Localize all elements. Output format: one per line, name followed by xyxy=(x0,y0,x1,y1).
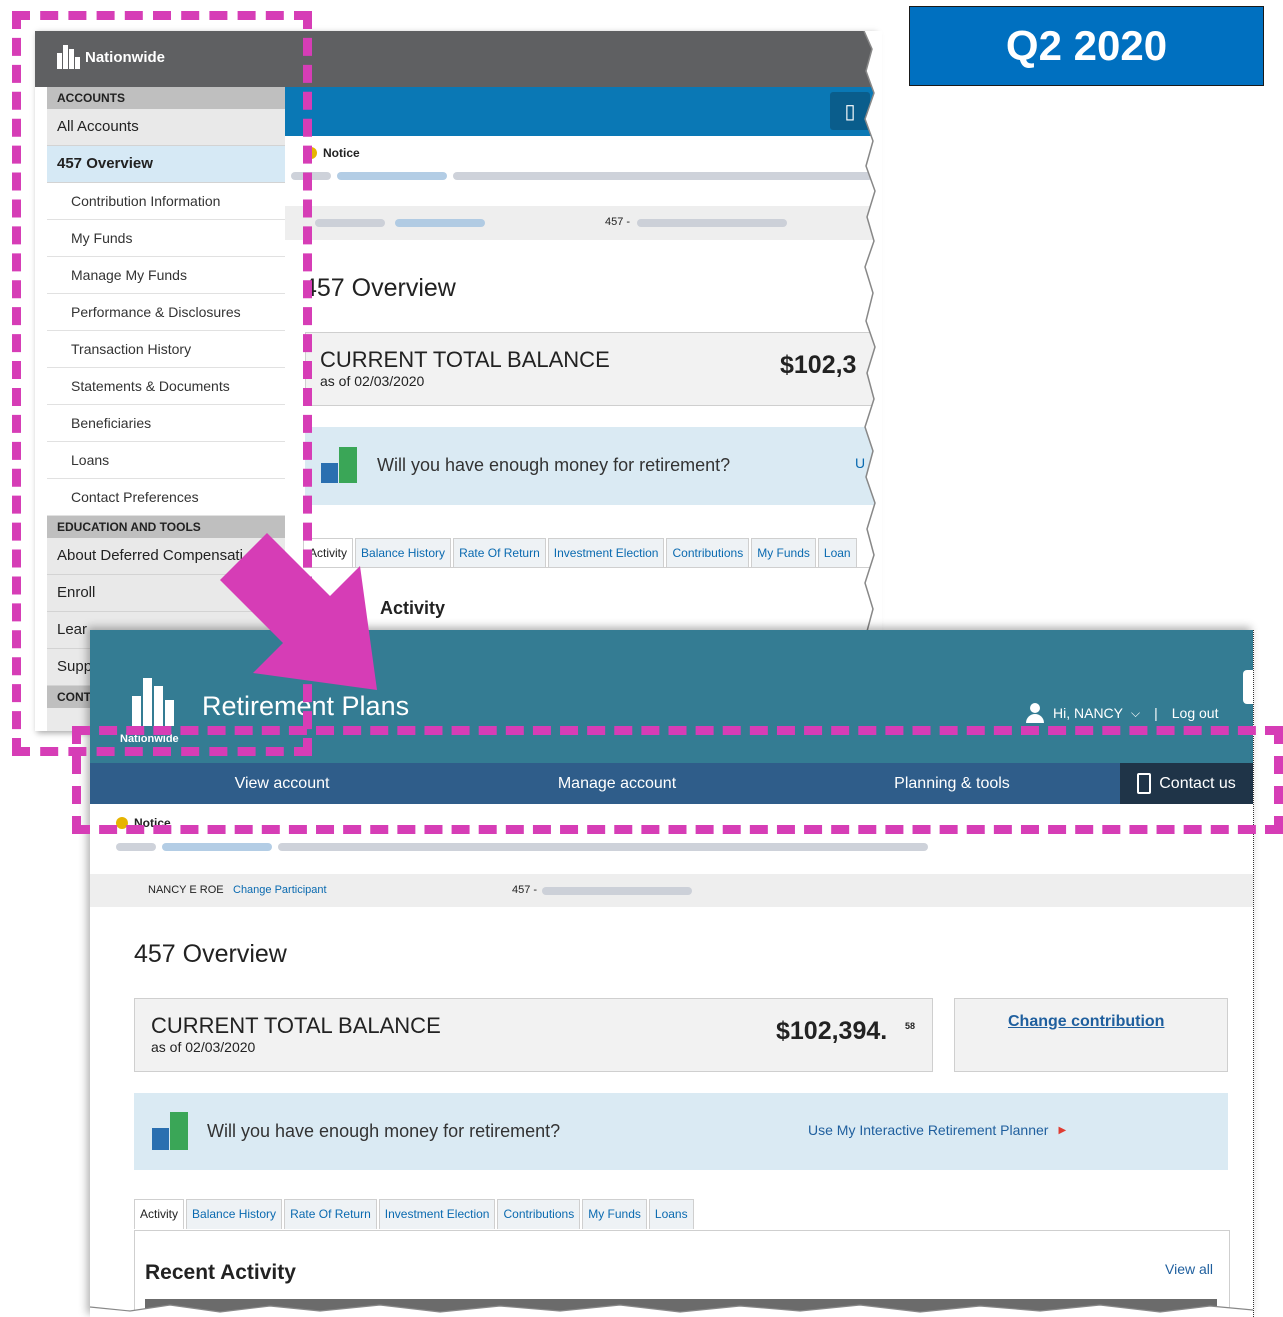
contact-us-label: Contact us xyxy=(1159,774,1236,792)
old-retirement-banner: Will you have enough money for retiremen… xyxy=(305,427,875,505)
old-balance-box: CURRENT TOTAL BALANCE as of 02/03/2020 $… xyxy=(305,332,875,406)
change-participant-link[interactable]: Change Participant xyxy=(233,884,327,896)
chevron-down-icon[interactable]: ⌵ xyxy=(1131,706,1140,721)
change-contribution-box: Change contribution xyxy=(954,998,1228,1072)
new-site-screenshot: Nationwide Retirement Plans Hi, NANCY ⌵ … xyxy=(90,630,1254,1317)
quarter-badge: Q2 2020 xyxy=(909,6,1264,86)
logout-link[interactable]: Log out xyxy=(1172,705,1219,721)
torn-edge xyxy=(863,31,882,731)
retirement-planner-link[interactable]: Use My Interactive Retirement Planner ▶ xyxy=(808,1122,1066,1138)
old-participant-bar: 457 - xyxy=(285,206,875,240)
main-nav: View account Manage account Planning & t… xyxy=(90,763,1253,804)
header-cutoff-button[interactable] xyxy=(1243,670,1253,704)
sidebar-accounts-header: ACCOUNTS xyxy=(47,87,285,109)
old-tab-rate-of-return[interactable]: Rate Of Return xyxy=(453,538,546,568)
old-logo[interactable]: Nationwide xyxy=(57,45,165,69)
old-plan-prefix: 457 - xyxy=(605,216,631,228)
tab-balance-history[interactable]: Balance History xyxy=(186,1199,283,1229)
bottom-torn-edge xyxy=(90,1304,1253,1317)
nationwide-logo-icon xyxy=(57,45,80,69)
sidebar-item-all-accounts[interactable]: All Accounts xyxy=(47,109,285,146)
old-balance-amount: $102,3 xyxy=(780,351,857,379)
balance-cents: 58 xyxy=(905,1021,916,1031)
old-balance-title: CURRENT TOTAL BALANCE xyxy=(320,347,610,372)
notice-icon xyxy=(116,817,128,829)
nav-planning-tools[interactable]: Planning & tools xyxy=(852,763,1052,804)
bar-chart-icon xyxy=(152,1112,190,1150)
old-tab-my-funds[interactable]: My Funds xyxy=(751,538,816,568)
sidebar-item-my-funds[interactable]: My Funds xyxy=(47,220,285,257)
sidebar-item-contact-preferences[interactable]: Contact Preferences xyxy=(47,479,285,516)
tab-investment-election[interactable]: Investment Election xyxy=(378,1199,496,1229)
change-contribution-link[interactable]: Change contribution xyxy=(1008,1013,1164,1031)
old-tab-loans[interactable]: Loan xyxy=(817,538,857,568)
balance-box: CURRENT TOTAL BALANCE as of 02/03/2020 $… xyxy=(134,998,933,1072)
user-greeting[interactable]: Hi, NANCY xyxy=(1053,705,1123,721)
sidebar-item-contribution-information[interactable]: Contribution Information xyxy=(47,183,285,220)
old-notice-label: Notice xyxy=(323,146,360,160)
user-icon xyxy=(1025,703,1045,723)
tab-bar: Activity Balance History Rate Of Return … xyxy=(134,1199,696,1229)
sidebar-item-statements-documents[interactable]: Statements & Documents xyxy=(47,368,285,405)
header-divider: | xyxy=(1154,705,1158,721)
retirement-question: Will you have enough money for retiremen… xyxy=(207,1121,561,1141)
arrow-icon xyxy=(220,533,377,690)
new-logo-text: Nationwide xyxy=(120,733,179,745)
contact-us-button[interactable]: Contact us xyxy=(1120,763,1253,804)
old-notice-text xyxy=(291,172,873,180)
participant-name: NANCY E ROE xyxy=(148,884,224,896)
tab-activity[interactable]: Activity xyxy=(134,1199,185,1229)
new-notice-label: Notice xyxy=(134,816,171,830)
new-notice: Notice xyxy=(116,816,171,830)
old-balance-date: as of 02/03/2020 xyxy=(320,373,425,389)
sidebar-item-manage-my-funds[interactable]: Manage My Funds xyxy=(47,257,285,294)
tab-rate-of-return[interactable]: Rate Of Return xyxy=(284,1199,377,1229)
recent-activity-heading: Recent Activity xyxy=(145,1261,296,1284)
old-logo-text: Nationwide xyxy=(85,48,166,66)
new-notice-text xyxy=(116,843,928,851)
balance-amount: $102,394. xyxy=(776,1017,888,1045)
plan-prefix: 457 - xyxy=(512,884,538,896)
old-notice: Notice xyxy=(305,146,360,160)
sidebar-item-457-overview[interactable]: 457 Overview xyxy=(47,146,285,183)
tab-loans[interactable]: Loans xyxy=(648,1199,694,1229)
tab-contributions[interactable]: Contributions xyxy=(497,1199,581,1229)
phone-icon xyxy=(1137,773,1152,794)
nav-view-account[interactable]: View account xyxy=(182,763,382,804)
notice-icon xyxy=(305,147,317,159)
tab-my-funds[interactable]: My Funds xyxy=(582,1199,647,1229)
sidebar-item-loans[interactable]: Loans xyxy=(47,442,285,479)
bar-chart-icon xyxy=(321,447,359,483)
sidebar-item-performance-disclosures[interactable]: Performance & Disclosures xyxy=(47,294,285,331)
sidebar-item-transaction-history[interactable]: Transaction History xyxy=(47,331,285,368)
old-site-screenshot: Nationwide ▯ ACCOUNTS All Accounts 457 O… xyxy=(35,31,875,731)
old-tab-investment-election[interactable]: Investment Election xyxy=(547,538,665,568)
user-menu: Hi, NANCY ⌵ | Log out xyxy=(1025,703,1218,723)
balance-date: as of 02/03/2020 xyxy=(151,1039,256,1055)
retirement-banner: Will you have enough money for retiremen… xyxy=(134,1093,1228,1170)
old-tab-contributions[interactable]: Contributions xyxy=(666,538,750,568)
nationwide-eagle-icon xyxy=(132,678,176,726)
old-page-title: 457 Overview xyxy=(303,274,456,302)
sidebar-item-beneficiaries[interactable]: Beneficiaries xyxy=(47,405,285,442)
retirement-planner-label: Use My Interactive Retirement Planner xyxy=(808,1122,1049,1138)
old-header-bar xyxy=(285,87,875,136)
view-all-link[interactable]: View all xyxy=(1165,1261,1213,1277)
old-retirement-question: Will you have enough money for retiremen… xyxy=(377,455,731,475)
caret-right-icon: ▶ xyxy=(1058,1124,1067,1136)
participant-bar: NANCY E ROE Change Participant 457 - xyxy=(90,874,1253,907)
page-title: 457 Overview xyxy=(134,940,287,968)
nav-manage-account[interactable]: Manage account xyxy=(517,763,717,804)
balance-title: CURRENT TOTAL BALANCE xyxy=(151,1013,441,1038)
